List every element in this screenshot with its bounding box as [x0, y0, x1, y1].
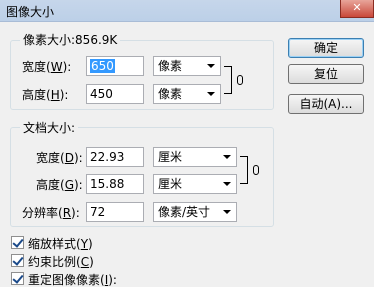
constrain-proportions-label: 约束比例(C) — [28, 255, 94, 269]
close-icon: ✕ — [352, 1, 362, 14]
pixel-dimensions-legend: 像素大小:856.9K — [20, 31, 121, 48]
pixel-width-label: 宽度(W): — [22, 60, 72, 74]
pixel-width-input[interactable]: 650 — [86, 56, 144, 76]
resample-image-checkbox[interactable] — [11, 272, 24, 285]
resample-image-label: 重定图像像素(I): — [28, 273, 117, 287]
chevron-down-icon — [223, 155, 231, 159]
ok-button[interactable]: 确定 — [288, 38, 364, 58]
link-chain-icon[interactable] — [253, 165, 259, 175]
auto-button[interactable]: 自动(A)... — [288, 94, 364, 114]
doc-height-input[interactable]: 15.88 — [86, 174, 144, 194]
window-title: 图像大小 — [6, 5, 55, 19]
pixel-height-input[interactable]: 450 — [86, 84, 144, 104]
chevron-down-icon — [207, 92, 215, 96]
scale-styles-checkbox[interactable] — [11, 236, 24, 249]
pixel-height-label: 高度(H): — [22, 88, 69, 102]
chevron-down-icon — [223, 210, 231, 214]
reset-button[interactable]: 复位 — [288, 64, 364, 84]
resolution-unit-select[interactable]: 像素/英寸 — [153, 202, 237, 222]
doc-height-label: 高度(G): — [36, 178, 83, 192]
doc-height-unit-select[interactable]: 厘米 — [153, 174, 237, 194]
doc-width-input[interactable]: 22.93 — [86, 147, 144, 167]
link-chain-icon[interactable] — [237, 75, 243, 85]
pixel-height-unit-select[interactable]: 像素 — [153, 84, 221, 104]
chevron-down-icon — [223, 182, 231, 186]
pixel-link-bracket — [224, 66, 232, 94]
close-button[interactable]: ✕ — [340, 0, 374, 18]
doc-width-label: 宽度(D): — [36, 151, 83, 165]
pixel-width-unit-select[interactable]: 像素 — [153, 56, 221, 76]
document-size-legend: 文档大小: — [20, 119, 79, 136]
doc-width-unit-select[interactable]: 厘米 — [153, 147, 237, 167]
doc-link-bracket — [240, 156, 248, 184]
resolution-label: 分辨率(R): — [22, 206, 80, 220]
scale-styles-label: 缩放样式(Y) — [28, 237, 93, 251]
chevron-down-icon — [207, 64, 215, 68]
resolution-input[interactable]: 72 — [86, 202, 144, 222]
title-bar: 图像大小 ✕ — [0, 0, 374, 22]
constrain-proportions-checkbox[interactable] — [11, 254, 24, 267]
